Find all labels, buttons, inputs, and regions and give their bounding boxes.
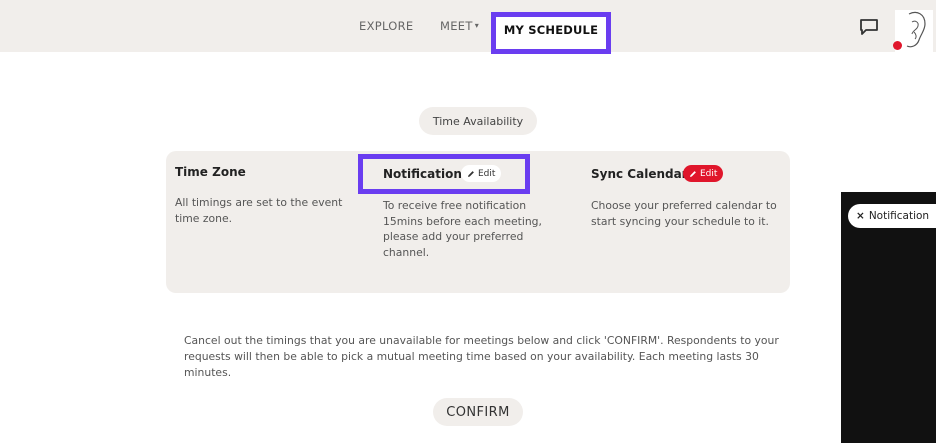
notification-text: To receive free notification 15mins befo… — [383, 199, 542, 259]
nav-explore-link[interactable]: EXPLORE — [359, 0, 414, 52]
time-zone-title: Time Zone — [175, 165, 246, 179]
sync-calendar-title: Sync Calendar — [591, 167, 688, 181]
pencil-icon — [468, 170, 474, 177]
pencil-icon — [690, 170, 696, 177]
nav-meet-dropdown[interactable]: MEET ▾ — [440, 0, 479, 52]
confirm-button[interactable]: CONFIRM — [433, 398, 523, 426]
notification-edit-label: Edit — [478, 168, 496, 179]
sync-calendar-text: Choose your preferred calendar to start … — [591, 199, 777, 228]
notification-title: Notification — [383, 167, 462, 181]
sync-calendar-edit-button[interactable]: Edit — [683, 165, 724, 182]
notification-chip-label: Notification — [868, 210, 930, 222]
notification-overlay-chip[interactable]: × Notification — [848, 204, 936, 228]
time-zone-text: All timings are set to the event time zo… — [175, 196, 343, 225]
nav-my-schedule-highlight[interactable]: MY SCHEDULE — [491, 12, 611, 54]
time-availability-heading: Time Availability — [419, 107, 537, 135]
notification-edit-button[interactable]: Edit — [461, 165, 502, 182]
nav-explore-label: EXPLORE — [359, 19, 414, 33]
sync-calendar-edit-label: Edit — [700, 168, 718, 179]
nav-meet-label: MEET — [440, 19, 473, 33]
nav-my-schedule-label: MY SCHEDULE — [503, 23, 599, 37]
instructions-text: Cancel out the timings that you are unav… — [184, 334, 779, 379]
chat-bubble-icon[interactable] — [859, 18, 879, 36]
status-dot — [893, 41, 902, 50]
chevron-down-icon: ▾ — [474, 20, 480, 30]
notification-overlay-panel — [841, 192, 936, 443]
close-icon[interactable]: × — [856, 210, 865, 222]
